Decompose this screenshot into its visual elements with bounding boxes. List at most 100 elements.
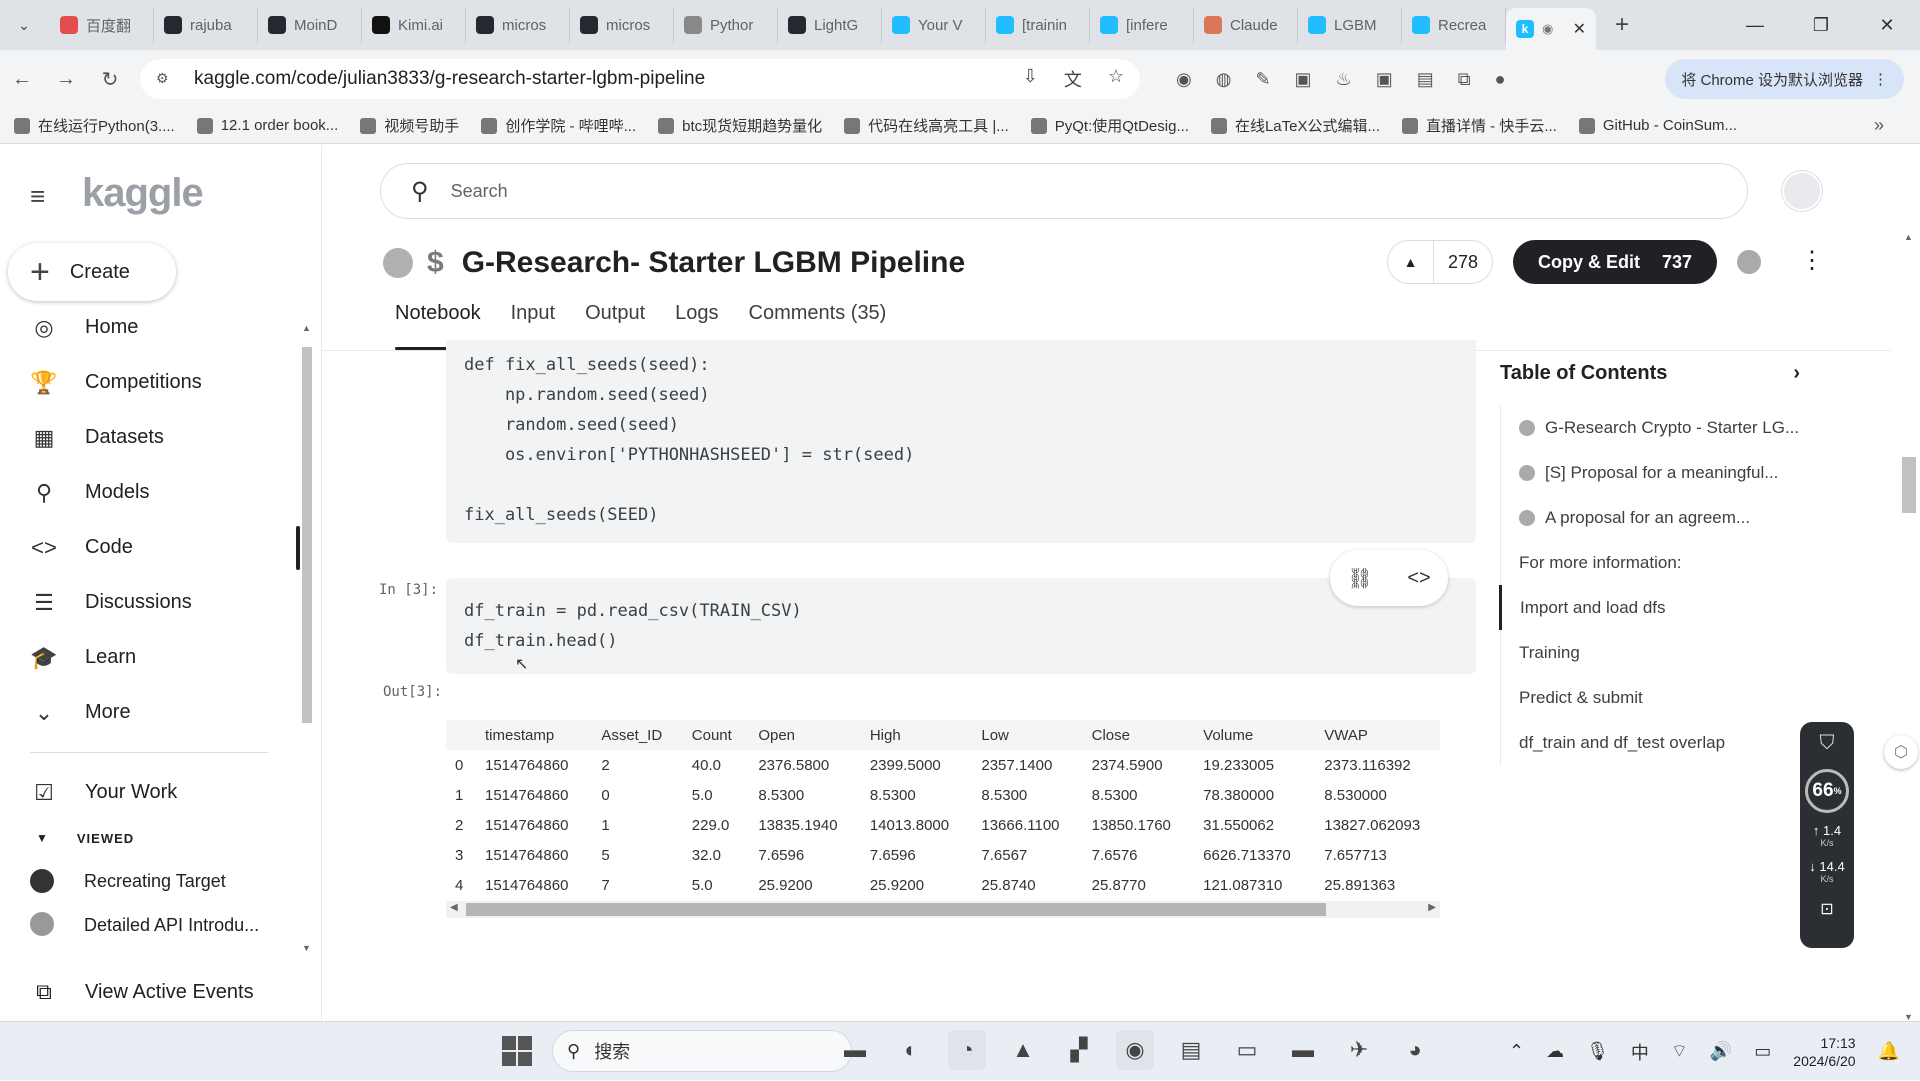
clock[interactable]: 17:13 2024/6/20 <box>1793 1034 1855 1070</box>
restore-icon[interactable]: ❐ <box>1788 15 1854 36</box>
toc-item[interactable]: Predict & submit <box>1501 675 1831 720</box>
bookmark-item[interactable]: GitHub - CoinSum... <box>1578 117 1737 134</box>
bookmark-item[interactable]: 创作学院 - 哔哩哔... <box>481 115 636 136</box>
minimize-icon[interactable]: — <box>1722 15 1788 36</box>
sidebar-item-your-work[interactable]: ☑ Your Work <box>0 765 300 820</box>
scrollbar-thumb[interactable] <box>1902 457 1916 513</box>
browser-tab[interactable]: micros <box>570 7 674 43</box>
page-scrollbar[interactable]: ▲ ▼ <box>1900 232 1918 1022</box>
profile-icon[interactable]: ● <box>1495 69 1506 90</box>
status-icon[interactable] <box>1737 250 1761 274</box>
code-cell[interactable]: df_train = pd.read_csv(TRAIN_CSV) df_tra… <box>446 578 1476 674</box>
bookmark-item[interactable]: 视频号助手 <box>360 115 459 136</box>
taskbar-search[interactable]: ⚲ 搜索 <box>552 1030 852 1072</box>
extension-icon[interactable]: ◍ <box>1216 69 1232 90</box>
browser-tab[interactable]: MoinD <box>258 7 362 43</box>
new-tab-button[interactable]: + <box>1604 11 1640 39</box>
extension-icon[interactable]: ▣ <box>1295 69 1312 90</box>
author-avatar[interactable] <box>383 248 413 278</box>
hamburger-menu-icon[interactable]: ≡ <box>30 181 45 212</box>
set-default-browser-button[interactable]: 将 Chrome 设为默认浏览器 ⋮ <box>1665 59 1904 99</box>
side-panel-icon[interactable]: ⬡ <box>1884 735 1918 769</box>
bookmark-item[interactable]: 在线LaTeX公式编辑... <box>1210 115 1380 136</box>
camera-icon[interactable]: ⊡ <box>1820 899 1833 919</box>
extensions-puzzle-icon[interactable]: ⧉ <box>1458 69 1471 90</box>
notification-bell-icon[interactable]: 🔔 <box>1878 1041 1900 1062</box>
sidebar-item-more[interactable]: ⌄ More <box>0 685 300 740</box>
toc-item[interactable]: G-Research Crypto - Starter LG... <box>1501 405 1831 450</box>
browser-tab[interactable]: Recrea <box>1402 7 1506 43</box>
app-icon[interactable]: ✈ <box>1340 1030 1378 1070</box>
bookmark-item[interactable]: 代码在线高亮工具 |... <box>844 115 1009 136</box>
forward-icon[interactable]: → <box>44 68 88 91</box>
wechat-icon[interactable]: ◔ <box>948 1030 986 1070</box>
link-icon[interactable]: ⛓ <box>1347 566 1372 591</box>
pen-extension-icon[interactable]: ✎ <box>1255 69 1270 90</box>
toc-item[interactable]: For more information: <box>1501 540 1831 585</box>
extension-icon[interactable]: ♨ <box>1336 69 1352 90</box>
app-icon[interactable]: ▬ <box>1284 1030 1322 1070</box>
chevron-right-icon[interactable]: › <box>1793 362 1800 385</box>
browser-tab[interactable]: [infere <box>1090 7 1194 43</box>
scrollbar-thumb[interactable] <box>466 903 1326 916</box>
wifi-icon[interactable]: ⌔ <box>1671 1040 1688 1063</box>
bookmark-item[interactable]: PyQt:使用QtDesig... <box>1030 115 1189 136</box>
sidebar-item-learn[interactable]: 🎓 Learn <box>0 630 300 685</box>
sidebar-item-code[interactable]: <> Code <box>0 520 300 575</box>
toc-item[interactable]: Import and load dfs <box>1499 585 1829 630</box>
user-avatar[interactable] <box>1782 171 1822 211</box>
code-toggle-icon[interactable]: <> <box>1407 567 1430 590</box>
app-icon[interactable]: ▞ <box>1060 1030 1098 1070</box>
browser-tab[interactable]: [trainin <box>986 7 1090 43</box>
url-text[interactable]: kaggle.com/code/julian3833/g-research-st… <box>194 68 705 90</box>
scroll-up-icon[interactable]: ▲ <box>1904 232 1913 242</box>
tab-search-icon[interactable]: ⌄ <box>6 7 42 43</box>
create-button[interactable]: + Create <box>8 243 176 301</box>
browser-tab[interactable]: Your V <box>882 7 986 43</box>
browser-tab-active[interactable]: k ◉ ✕ <box>1506 8 1596 50</box>
back-icon[interactable]: ← <box>0 68 44 91</box>
sidebar-item-discussions[interactable]: ☰ Discussions <box>0 575 300 630</box>
chevron-up-icon[interactable]: ⌃ <box>1509 1041 1524 1062</box>
bookmark-item[interactable]: 在线运行Python(3.... <box>14 115 175 136</box>
app-icon[interactable]: ◐ <box>892 1030 930 1070</box>
bookmark-item[interactable]: 12.1 order book... <box>196 117 338 134</box>
close-window-icon[interactable]: ✕ <box>1854 15 1920 36</box>
sidebar-item-datasets[interactable]: ▦ Datasets <box>0 410 300 465</box>
task-view-icon[interactable]: ▬ <box>836 1030 874 1070</box>
app-icon[interactable]: ◕ <box>1396 1030 1434 1070</box>
battery-icon[interactable]: ▭ <box>1754 1041 1771 1062</box>
extension-icon[interactable]: ◉ <box>1176 69 1192 90</box>
browser-tab[interactable]: LightG <box>778 7 882 43</box>
more-menu-icon[interactable]: ⋮ <box>1873 70 1888 88</box>
scroll-down-icon[interactable]: ▼ <box>302 943 311 953</box>
viewed-item-recreating-target[interactable]: Recreating Target <box>0 856 300 906</box>
scroll-up-icon[interactable]: ▲ <box>302 323 311 333</box>
viewed-section-toggle[interactable]: ▼ VIEWED <box>0 820 300 856</box>
upvote-icon[interactable]: ▲ <box>1388 241 1434 283</box>
browser-tab[interactable]: rajuba <box>154 7 258 43</box>
more-options-icon[interactable]: ⋮ <box>1800 246 1824 275</box>
chrome-icon[interactable]: ◉ <box>1116 1030 1154 1070</box>
kaggle-logo[interactable]: kaggle <box>82 171 204 216</box>
bookmark-star-icon[interactable]: ☆ <box>1108 66 1124 92</box>
install-app-icon[interactable]: ⇩ <box>1023 66 1038 92</box>
reload-icon[interactable]: ↻ <box>88 67 132 92</box>
viewed-item-detailed-api[interactable]: Detailed API Introdu... <box>0 906 300 936</box>
sidebar-item-competitions[interactable]: 🏆 Competitions <box>0 355 300 410</box>
browser-tab[interactable]: 百度翻 <box>50 7 154 43</box>
copy-edit-button[interactable]: Copy & Edit 737 <box>1513 240 1717 284</box>
extension-icon[interactable]: ▣ <box>1376 69 1393 90</box>
cloud-icon[interactable]: ☁ <box>1546 1041 1564 1062</box>
scroll-right-icon[interactable]: ▶ <box>1428 902 1436 913</box>
sidebar-item-models[interactable]: ⚲ Models <box>0 465 300 520</box>
browser-tab[interactable]: micros <box>466 7 570 43</box>
scrollbar-thumb[interactable] <box>302 347 312 723</box>
browser-tab[interactable]: Kimi.ai <box>362 7 466 43</box>
volume-icon[interactable]: 🔊 <box>1710 1041 1732 1062</box>
toc-item[interactable]: [S] Proposal for a meaningful... <box>1501 450 1831 495</box>
microphone-icon[interactable]: 🎙 <box>1586 1041 1609 1062</box>
browser-tab[interactable]: Claude <box>1194 7 1298 43</box>
sidebar-item-home[interactable]: ◎ Home <box>0 300 300 355</box>
bookmark-item[interactable]: 直播详情 - 快手云... <box>1402 115 1557 136</box>
